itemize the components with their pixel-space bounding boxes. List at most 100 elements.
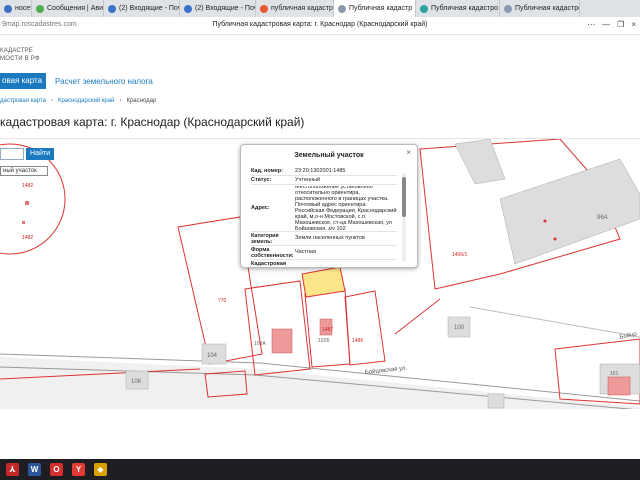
map-label: 1482: [22, 235, 33, 241]
map-building: [25, 201, 29, 205]
popup-value: Местоположение установлено относительно …: [295, 186, 397, 230]
street-label: Бойцовская ул.: [364, 365, 407, 376]
browser-tab[interactable]: Сообщения | Авито: [32, 0, 104, 17]
tab-label: публичная кадастрова: [271, 5, 333, 12]
site-nav: овая карта Расчет земельного налога: [0, 73, 153, 89]
popup-row-cadastral: Кадастровая: [251, 261, 397, 267]
breadcrumb-item[interactable]: дастровая карта: [0, 98, 46, 104]
popup-label: Форма собственности:: [251, 247, 294, 259]
popup-value[interactable]: 23:20:1302001:1485: [295, 168, 397, 174]
breadcrumb-separator: ›: [119, 98, 122, 104]
map-label: 104: [207, 353, 218, 359]
close-window-icon[interactable]: ×: [631, 20, 636, 29]
tab-label: Публичная кадастрова: [515, 5, 579, 12]
tab-favicon-icon: [420, 4, 428, 13]
map-label: 103А: [254, 341, 266, 347]
popup-row-category: Категория земель: Земли населенных пункт…: [251, 233, 397, 245]
popup-value: [295, 261, 397, 267]
map-road-edge: [469, 306, 640, 338]
tab-favicon-icon: [108, 4, 116, 13]
popup-value: Частная: [295, 249, 317, 255]
nav-land-tax[interactable]: Расчет земельного налога: [55, 77, 153, 86]
map-marker: [543, 219, 547, 223]
tab-label: (2) Входящие - Почта М: [195, 5, 255, 12]
layer-select[interactable]: ный участок: [0, 166, 48, 176]
popup-label: Категория земель:: [251, 233, 279, 245]
logo-line1: КАДАСТРЕ: [0, 48, 34, 54]
tab-favicon-icon: [504, 4, 512, 13]
map-parcel-103a: [244, 280, 311, 376]
address-bar: 9map.roscadastres.com Публичная кадастро…: [0, 17, 640, 35]
site-logo[interactable]: КАДАСТРЕ МОСТИ В РФ: [0, 47, 40, 63]
minimize-icon[interactable]: —: [602, 20, 610, 29]
menu-icon[interactable]: ⋯: [587, 20, 595, 29]
close-icon[interactable]: ×: [406, 148, 411, 157]
popup-divider: [251, 259, 397, 260]
map-building: [487, 393, 505, 409]
popup-divider: [251, 175, 397, 176]
tab-favicon-icon: [338, 4, 346, 13]
tab-label: Сообщения | Авито: [47, 5, 104, 12]
window-controls: ⋯ — ❐ ×: [587, 20, 636, 29]
browser-tab[interactable]: Публичная кадастро: [416, 0, 500, 17]
popup-label: Кад. номер:: [251, 168, 283, 174]
find-button[interactable]: Найти: [26, 148, 54, 160]
browser-tab[interactable]: публичная кадастрова: [256, 0, 334, 17]
map-label: 96А: [597, 215, 608, 221]
map-building: [607, 376, 631, 396]
word-icon[interactable]: W: [28, 463, 41, 476]
popup-row-cadnum: Кад. номер: 23:20:1302001:1485: [251, 168, 397, 174]
map-building: [454, 139, 506, 185]
logo-line2: МОСТИ В РФ: [0, 56, 40, 62]
popup-title: Земельный участок: [294, 152, 364, 159]
other-icon[interactable]: ◆: [94, 463, 107, 476]
yandex-browser-icon[interactable]: Y: [72, 463, 85, 476]
browser-tab[interactable]: носетевы: [0, 0, 32, 17]
map-parcel-1485-selected[interactable]: [301, 266, 346, 298]
popup-row-ownership: Форма собственности: Частная: [251, 247, 397, 259]
breadcrumb-separator: ›: [50, 98, 53, 104]
map-label: 1406/1: [452, 252, 468, 258]
tab-favicon-icon: [260, 4, 268, 13]
popup-divider: [251, 245, 397, 246]
tab-label: (2) Входящие - Почта М: [119, 5, 179, 12]
map-label: 161: [610, 371, 619, 377]
browser-tab[interactable]: (2) Входящие - Почта М: [104, 0, 180, 17]
parcel-info-popup: Земельный участок × Кад. номер: 23:20:13…: [240, 144, 418, 268]
map-building: [22, 221, 25, 224]
browser-tab[interactable]: Публичная кадастрова: [500, 0, 580, 17]
tab-label: носетевы: [15, 5, 31, 12]
map-marker: [553, 237, 557, 241]
map-label: 1486: [352, 338, 363, 344]
popup-label: Статус:: [251, 177, 272, 183]
popup-divider: [251, 184, 397, 185]
maximize-icon[interactable]: ❐: [617, 20, 624, 29]
browser-tab[interactable]: Публичная кадастр×: [334, 0, 416, 17]
browser-tab[interactable]: (2) Входящие - Почта М: [180, 0, 256, 17]
page-title: Публичная кадастровая карта: г. Краснода…: [212, 21, 428, 28]
popup-value: Учтенный: [295, 177, 320, 183]
acrobat-icon[interactable]: ⅄: [6, 463, 19, 476]
page-heading: кадастровая карта: г. Краснодар (Краснод…: [0, 115, 305, 129]
tab-favicon-icon: [36, 4, 44, 13]
breadcrumb-current: Краснодар: [126, 98, 157, 104]
map-parcel-1486: [344, 290, 386, 366]
popup-label: Кадастровая: [251, 261, 287, 267]
nav-cadastral-map[interactable]: овая карта: [0, 73, 47, 89]
popup-scrollbar-thumb[interactable]: [402, 177, 406, 217]
map-label: 770: [218, 298, 227, 304]
popup-divider: [251, 231, 397, 232]
map-search-input[interactable]: [0, 148, 24, 160]
popup-row-address: Адрес: Местоположение установлено относи…: [251, 186, 397, 230]
breadcrumb-item[interactable]: Краснодарский край: [58, 98, 115, 104]
browser-tab-bar: носетевы Сообщения | Авито (2) Входящие - …: [0, 0, 640, 17]
tab-label: Публичная кадастро: [431, 5, 499, 12]
opera-icon[interactable]: O: [50, 463, 63, 476]
map-building: [271, 328, 293, 354]
map-label: 100: [454, 325, 465, 331]
breadcrumb: дастровая карта › Краснодарский край › К…: [0, 98, 156, 104]
map-parcel-line: [394, 298, 441, 335]
popup-label: Адрес:: [251, 205, 270, 211]
map-building: [499, 158, 640, 265]
tab-favicon-icon: [4, 4, 12, 13]
